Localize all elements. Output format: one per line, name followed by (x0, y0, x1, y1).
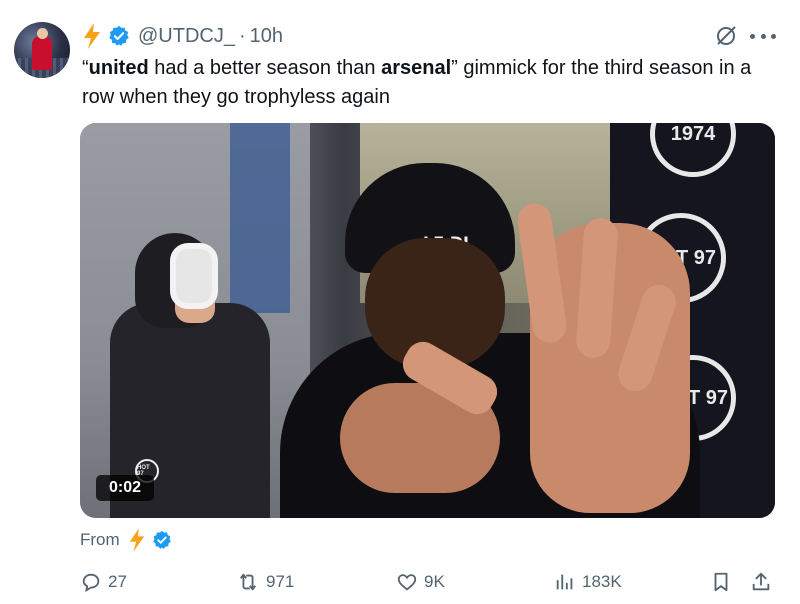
views-count: 183K (582, 572, 622, 591)
like-icon (397, 574, 417, 591)
reply-count: 27 (108, 572, 127, 591)
like-button[interactable]: 9K (396, 568, 445, 596)
from-source[interactable]: From (80, 528, 172, 552)
video-duration: 0:02 (96, 475, 154, 501)
bookmark-button[interactable] (710, 568, 738, 596)
like-count: 9K (424, 572, 445, 591)
avatar[interactable] (14, 22, 70, 78)
views-button[interactable]: 183K (554, 568, 622, 596)
bookmark-icon (714, 572, 728, 592)
verified-badge-icon (152, 530, 171, 549)
repost-icon (239, 573, 257, 591)
separator: · (238, 24, 246, 47)
grok-icon[interactable] (714, 24, 738, 48)
repost-button[interactable]: 971 (236, 568, 294, 596)
video-player[interactable]: 1974 HOT 97 HOT 97 LE DJ HOT 97 0:02 (80, 123, 775, 518)
share-button[interactable] (750, 568, 778, 596)
action-bar: 27 971 9K 183K (78, 568, 778, 596)
repost-count: 971 (266, 572, 295, 591)
more-icon[interactable] (750, 26, 776, 46)
headphones (170, 243, 218, 309)
user-handle[interactable]: @UTDCJ_ (138, 25, 235, 48)
reply-button[interactable]: 27 (80, 568, 127, 596)
lightning-bolt-icon (129, 528, 144, 552)
timestamp-ago[interactable]: 10h (250, 25, 283, 48)
tweet-header: @UTDCJ_ · 10h (82, 22, 283, 50)
bold-united: united (88, 57, 149, 79)
views-icon (556, 574, 573, 590)
tweet-text: “united had a better season than arsenal… (82, 57, 752, 108)
verified-badge-icon (109, 25, 129, 46)
from-label: From (80, 530, 120, 549)
lightning-bolt-icon (84, 23, 100, 49)
main-person: LE DJ (280, 163, 700, 518)
bold-arsenal: arsenal (381, 57, 452, 79)
reply-icon (82, 573, 100, 593)
share-icon (752, 572, 770, 591)
